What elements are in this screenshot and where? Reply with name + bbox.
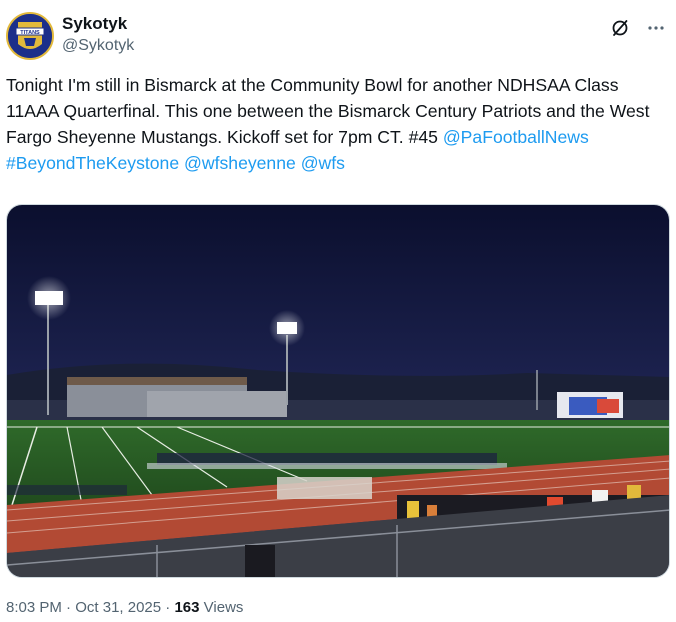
hashtag-beyondthekeystone[interactable]: #BeyondTheKeystone — [6, 153, 179, 173]
tweet-meta: 8:03 PM · Oct 31, 2025 · 163 Views — [6, 598, 243, 618]
mention-pafootballnews[interactable]: @PaFootballNews — [443, 127, 589, 147]
display-name[interactable]: Sykotyk — [62, 13, 134, 35]
stadium-photo — [7, 205, 669, 577]
tweet-text: Tonight I'm still in Bismarck at the Com… — [6, 72, 670, 176]
meta-separator: · — [61, 599, 76, 616]
views-count: 163 — [174, 599, 200, 616]
avatar[interactable]: TITANS — [6, 12, 54, 60]
views-label: Views — [199, 599, 244, 616]
post-time[interactable]: 8:03 PM — [6, 599, 62, 616]
tweet-header: TITANS Sykotyk @Sykotyk — [6, 10, 670, 62]
more-button[interactable] — [642, 14, 670, 42]
grok-button[interactable] — [606, 14, 634, 42]
user-handle[interactable]: @Sykotyk — [62, 35, 134, 57]
svg-text:TITANS: TITANS — [20, 30, 40, 36]
mention-wfsheyenne[interactable]: @wfsheyenne — [184, 153, 296, 173]
meta-separator-2: · — [161, 599, 175, 616]
team-logo-icon: TITANS — [8, 14, 52, 58]
tweet-card: TITANS Sykotyk @Sykotyk Tonight I'm stil… — [0, 0, 676, 622]
slash-circle-icon — [612, 20, 628, 36]
mention-wfs[interactable]: @wfs — [301, 153, 345, 173]
post-date[interactable]: Oct 31, 2025 — [75, 599, 161, 616]
more-dots-icon — [648, 26, 664, 30]
tweet-photo[interactable] — [6, 204, 670, 578]
